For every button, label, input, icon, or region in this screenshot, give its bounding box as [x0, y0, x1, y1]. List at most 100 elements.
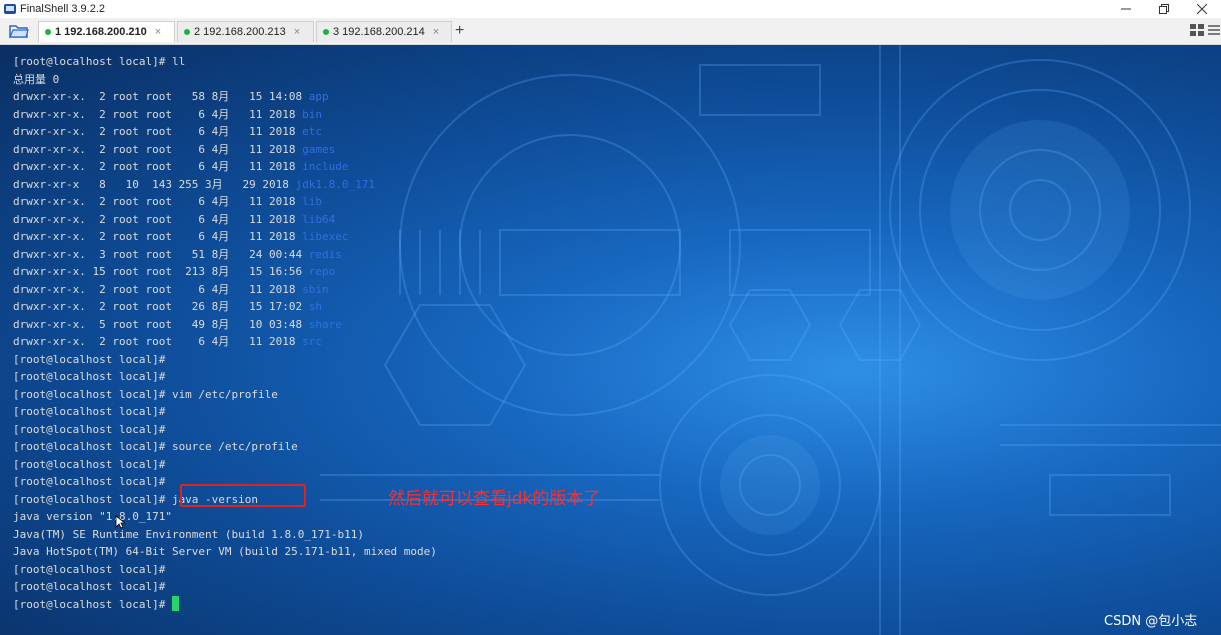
directory-name: libexec: [302, 230, 349, 243]
directory-name: redis: [308, 247, 342, 261]
terminal-line-text: drwxr-xr-x. 2 root root 6 4月 11 2018: [13, 160, 303, 173]
terminal-line-text: [root@localhost local]#: [13, 457, 166, 471]
connected-status-icon: [323, 29, 329, 35]
terminal-line: [root@localhost local]#: [13, 561, 437, 579]
terminal-line: drwxr-xr-x. 2 root root 6 4月 11 2018 lib…: [13, 228, 437, 246]
terminal-line: 总用量 0: [13, 71, 437, 89]
directory-name: src: [302, 335, 323, 348]
terminal-line-text: drwxr-xr-x. 2 root root 6 4月 11 2018: [13, 195, 303, 208]
directory-name: repo: [308, 265, 336, 278]
terminal-line-text: drwxr-xr-x. 2 root root 26 8月 15 17:02: [13, 300, 309, 313]
annotation-text: 然后就可以查看jdk的版本了: [388, 489, 601, 509]
highlight-box: [180, 484, 306, 507]
directory-name: include: [302, 160, 349, 173]
title-bar: FinalShell 3.9.2.2: [0, 0, 1221, 18]
terminal-output: [root@localhost local]# ll 总用量 0 drwxr-xr-…: [13, 53, 437, 613]
menu-icon[interactable]: [1208, 24, 1220, 36]
tab-label: 1 192.168.200.210: [55, 26, 147, 38]
terminal-line-text: 总用量 0: [13, 72, 60, 86]
tab-label: 2 192.168.200.213: [194, 26, 286, 38]
terminal-line-text: [root@localhost local]# ll: [13, 55, 186, 68]
minimize-icon: [1121, 8, 1131, 10]
tab-close-icon[interactable]: ×: [294, 26, 300, 38]
tab-close-icon[interactable]: ×: [433, 26, 439, 38]
connected-status-icon: [184, 29, 190, 35]
terminal-line: drwxr-xr-x. 15 root root 213 8月 15 16:56…: [13, 263, 437, 281]
minimize-button[interactable]: [1107, 0, 1145, 18]
finalshell-app-icon: [4, 4, 16, 14]
folder-icon: [9, 25, 29, 38]
directory-name: sbin: [302, 282, 329, 296]
directory-name: lib64: [302, 212, 336, 226]
terminal-line-text: [root@localhost local]#: [13, 405, 166, 418]
terminal-line-text: drwxr-xr-x. 2 root root 6 4月 11 2018: [13, 230, 303, 243]
terminal-line: drwxr-xr-x. 5 root root 49 8月 10 03:48 s…: [13, 316, 437, 334]
terminal-line-text: Java(TM) SE Runtime Environment (build 1…: [13, 527, 364, 541]
window-controls: [1107, 0, 1221, 18]
terminal-line-text: [root@localhost local]#: [13, 562, 166, 576]
terminal-line: [root@localhost local]#: [13, 351, 437, 369]
terminal-line-text: [root@localhost local]# source /etc/prof…: [13, 440, 298, 453]
restore-icon: [1159, 4, 1169, 14]
open-session-manager-button[interactable]: [6, 21, 32, 41]
terminal-line-text: drwxr-xr-x. 2 root root 6 4月 11 2018: [13, 282, 303, 296]
tab-session-3[interactable]: 3 192.168.200.214 ×: [316, 21, 452, 42]
directory-name: share: [308, 317, 342, 331]
session-tab-bar: 1 192.168.200.210 × 2 192.168.200.213 × …: [0, 18, 1221, 45]
add-tab-button[interactable]: +: [455, 22, 464, 40]
terminal-line-text: drwxr-xr-x. 15 root root 213 8月 15 16:56: [13, 265, 309, 278]
terminal-line-text: [root@localhost local]# vim /etc/profile: [13, 387, 278, 401]
terminal-line: drwxr-xr-x. 2 root root 6 4月 11 2018 inc…: [13, 158, 437, 176]
tab-label: 3 192.168.200.214: [333, 26, 425, 38]
terminal-line: drwxr-xr-x. 3 root root 51 8月 24 00:44 r…: [13, 246, 437, 264]
directory-name: games: [302, 142, 336, 156]
terminal-line-text: [root@localhost local]#: [13, 422, 166, 436]
terminal-line: drwxr-xr-x. 2 root root 6 4月 11 2018 lib…: [13, 211, 437, 229]
terminal-line: [root@localhost local]#: [13, 456, 437, 474]
terminal-line: [root@localhost local]#: [13, 421, 437, 439]
terminal-line: java version "1.8.0_171": [13, 508, 437, 526]
terminal-line: drwxr-xr-x. 2 root root 6 4月 11 2018 gam…: [13, 141, 437, 159]
terminal-line: Java HotSpot(TM) 64-Bit Server VM (build…: [13, 543, 437, 561]
terminal-line-text: drwxr-xr-x. 2 root root 6 4月 11 2018: [13, 212, 303, 226]
terminal-line: drwxr-xr-x. 2 root root 26 8月 15 17:02 s…: [13, 298, 437, 316]
terminal-line: [root@localhost local]#: [13, 578, 437, 596]
terminal-line-text: [root@localhost local]#: [13, 370, 166, 383]
terminal-line-text: [root@localhost local]#: [13, 475, 166, 488]
terminal-line-text: drwxr-xr-x. 5 root root 49 8月 10 03:48: [13, 317, 309, 331]
layout-grid-icon[interactable]: [1190, 24, 1204, 36]
terminal-line-text: drwxr-xr-x. 2 root root 58 8月 15 14:08: [13, 90, 309, 103]
csdn-watermark: CSDN @包小志: [1104, 614, 1198, 629]
connected-status-icon: [45, 29, 51, 35]
tab-session-2[interactable]: 2 192.168.200.213 ×: [177, 21, 314, 42]
terminal-line: drwxr-xr-x. 2 root root 6 4月 11 2018 src: [13, 333, 437, 351]
terminal-line-text: [root@localhost local]#: [13, 580, 166, 593]
tab-close-icon[interactable]: ×: [155, 26, 161, 38]
directory-name: etc: [302, 125, 323, 138]
terminal-line-text: drwxr-xr-x. 2 root root 6 4月 11 2018: [13, 142, 303, 156]
terminal-line: [root@localhost local]# vim /etc/profile: [13, 386, 437, 404]
terminal-line-text: [root@localhost local]#: [13, 597, 172, 611]
terminal-panel[interactable]: [root@localhost local]# ll 总用量 0 drwxr-xr-…: [0, 45, 1221, 635]
terminal-line-text: drwxr-xr-x. 2 root root 6 4月 11 2018: [13, 335, 303, 348]
terminal-line: [root@localhost local]#: [13, 403, 437, 421]
terminal-line-text: drwxr-xr-x. 2 root root 6 4月 11 2018: [13, 125, 303, 138]
restore-button[interactable]: [1145, 0, 1183, 18]
close-icon: [1197, 4, 1207, 14]
terminal-line: drwxr-xr-x. 2 root root 6 4月 11 2018 sbi…: [13, 281, 437, 299]
window-title: FinalShell 3.9.2.2: [20, 3, 105, 15]
terminal-cursor: [171, 595, 179, 611]
directory-name: jdk1.8.0_171: [295, 177, 376, 191]
terminal-line-text: java version "1.8.0_171": [13, 510, 172, 523]
tab-session-1[interactable]: 1 192.168.200.210 ×: [38, 21, 175, 42]
terminal-line: drwxr-xr-x. 2 root root 6 4月 11 2018 lib: [13, 193, 437, 211]
terminal-line: drwxr-xr-x. 2 root root 58 8月 15 14:08 a…: [13, 88, 437, 106]
terminal-line: drwxr-xr-x. 2 root root 6 4月 11 2018 bin: [13, 106, 437, 124]
terminal-line-text: drwxr-xr-x. 3 root root 51 8月 24 00:44: [13, 247, 309, 261]
terminal-line: [root@localhost local]# ll: [13, 53, 437, 71]
terminal-line: [root@localhost local]# source /etc/prof…: [13, 438, 437, 456]
terminal-line: [root@localhost local]#: [13, 368, 437, 386]
terminal-line: drwxr-xr-x. 2 root root 6 4月 11 2018 etc: [13, 123, 437, 141]
terminal-line: drwxr-xr-x 8 10 143 255 3月 29 2018 jdk1.…: [13, 176, 437, 194]
close-window-button[interactable]: [1183, 0, 1221, 18]
